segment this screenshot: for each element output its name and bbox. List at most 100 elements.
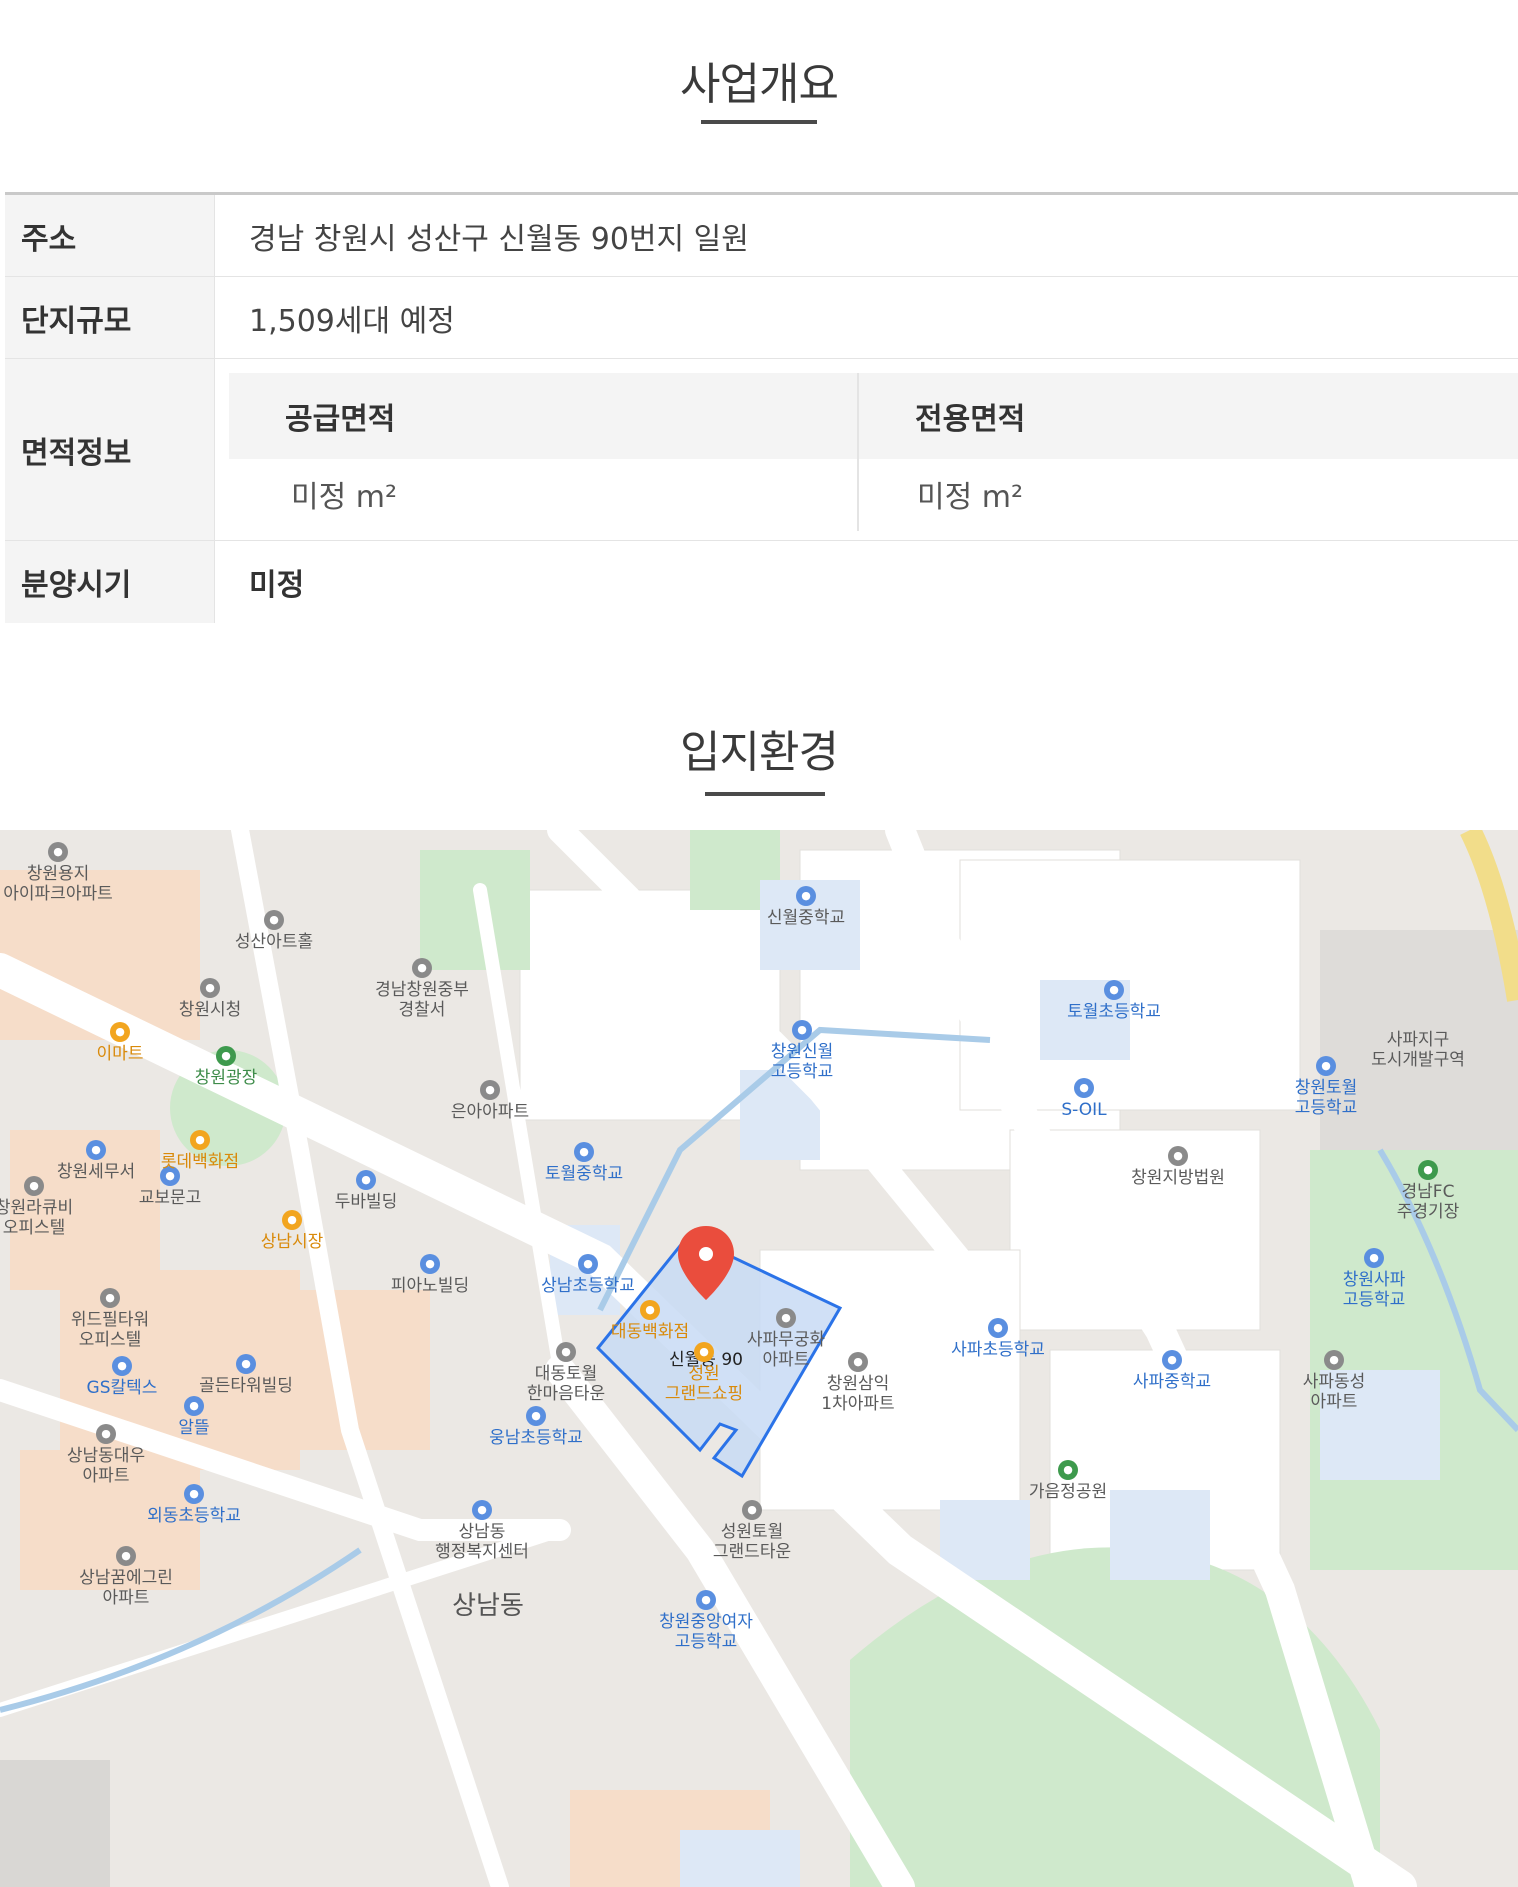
apartment-icon: ● xyxy=(1324,1350,1344,1370)
park-icon: ● xyxy=(1058,1460,1078,1480)
school-icon: ● xyxy=(1364,1248,1384,1268)
scale-label: 단지규모 xyxy=(5,277,215,358)
row-area: 면적정보 공급면적 전용면적 미정 m² 미정 m² xyxy=(5,359,1518,541)
overview-title-underline xyxy=(701,120,817,124)
exclusive-area-label: 전용면적 xyxy=(915,402,1026,437)
cityhall-icon: ● xyxy=(200,978,220,998)
row-scale: 단지규모 1,509세대 예정 xyxy=(5,277,1518,359)
gas-station-icon: ● xyxy=(112,1356,132,1376)
sale-label: 분양시기 xyxy=(5,541,215,623)
map-label: 위드필타워 오피스텔 xyxy=(70,1310,150,1350)
map-label: 신월중학교 xyxy=(766,908,846,928)
map-label: 토월중학교 xyxy=(544,1164,624,1184)
map-label: 상남동 행정복지센터 xyxy=(435,1522,529,1562)
map-label: 골든타워빌딩 xyxy=(199,1376,293,1396)
address-value: 경남 창원시 성산구 신월동 90번지 일원 xyxy=(249,221,749,257)
map-label: 교보문고 xyxy=(138,1188,202,1208)
school-icon: ● xyxy=(792,1020,812,1040)
address-label: 주소 xyxy=(5,195,215,276)
map-label: 창원지방법원 xyxy=(1131,1168,1225,1188)
map-label: 창원삼익 1차아파트 xyxy=(821,1374,895,1414)
supply-area-header: 공급면적 xyxy=(229,373,857,459)
apartment-icon: ● xyxy=(556,1342,576,1362)
map-label: 사파동성 아파트 xyxy=(1302,1372,1366,1412)
map-label: GS칼텍스 xyxy=(86,1378,158,1398)
map-label: 창원사파 고등학교 xyxy=(1342,1270,1406,1310)
overview-title: 사업개요 xyxy=(680,59,839,110)
school-icon: ● xyxy=(1162,1350,1182,1370)
gas-station-icon: ● xyxy=(1074,1078,1094,1098)
apartment-icon: ● xyxy=(742,1500,762,1520)
school-icon: ● xyxy=(578,1254,598,1274)
scale-value: 1,509세대 예정 xyxy=(249,303,455,339)
map-label: 상남초등학교 xyxy=(541,1276,635,1296)
map-label: 가음정공원 xyxy=(1028,1482,1108,1502)
map-label: 알뜰 xyxy=(178,1418,210,1438)
overview-table: 주소 경남 창원시 성산구 신월동 90번지 일원 단지규모 1,509세대 예… xyxy=(5,192,1518,623)
sale-value: 미정 xyxy=(249,568,305,603)
map-label: 토월초등학교 xyxy=(1067,1002,1161,1022)
row-address: 주소 경남 창원시 성산구 신월동 90번지 일원 xyxy=(5,195,1518,277)
exclusive-area-header: 전용면적 xyxy=(859,373,1518,459)
school-icon: ● xyxy=(988,1318,1008,1338)
map-label: 창원중앙여자 고등학교 xyxy=(659,1612,753,1652)
officetel-icon: ● xyxy=(24,1176,44,1196)
area-divider xyxy=(857,373,859,531)
school-icon: ● xyxy=(526,1406,546,1426)
apartment-icon: ● xyxy=(480,1080,500,1100)
map-label: 대동백화점 xyxy=(610,1322,690,1342)
apartment-icon: ● xyxy=(848,1352,868,1372)
map-label: 은아아파트 xyxy=(450,1102,530,1122)
apartment-icon: ● xyxy=(48,842,68,862)
map-label: S-OIL xyxy=(1061,1100,1107,1120)
map-label: 창원라큐비 오피스텔 xyxy=(0,1198,74,1238)
map-label: 창원용지 아이파크아파트 xyxy=(3,864,113,904)
map-label: 창원토월 고등학교 xyxy=(1294,1078,1358,1118)
school-icon: ● xyxy=(796,886,816,906)
map-label: 상남꿈에그린 아파트 xyxy=(79,1568,173,1608)
location-map[interactable]: 신월동 90 상남동 ● ● ● ● ● ● ● ● ● ● ● ● ● ● ●… xyxy=(0,830,1518,1887)
map-label: 이마트 xyxy=(96,1044,144,1064)
map-label: 창원광장 xyxy=(194,1068,258,1088)
row-sale: 분양시기 미정 xyxy=(5,541,1518,623)
gas-station-icon: ● xyxy=(184,1396,204,1416)
department-store-icon: ● xyxy=(640,1300,660,1320)
mart-icon: ● xyxy=(110,1022,130,1042)
building-icon: ● xyxy=(236,1354,256,1374)
court-icon: ● xyxy=(1168,1146,1188,1166)
supply-area-value: 미정 m² xyxy=(291,480,397,515)
map-label: 외동초등학교 xyxy=(147,1506,241,1526)
supply-area-label: 공급면적 xyxy=(285,402,396,437)
map-label: 상남동대우 아파트 xyxy=(66,1446,146,1486)
school-icon: ● xyxy=(1316,1056,1336,1076)
map-label: 창원세무서 xyxy=(56,1162,136,1182)
map-label: 상남시장 xyxy=(260,1232,324,1252)
apartment-icon: ● xyxy=(96,1424,116,1444)
apartment-icon: ● xyxy=(116,1546,136,1566)
map-label: 롯데백화점 xyxy=(160,1152,240,1172)
police-icon: ● xyxy=(412,958,432,978)
map-label: 대동토월 한마음타운 xyxy=(526,1364,606,1404)
map-label: 웅남초등학교 xyxy=(489,1428,583,1448)
art-hall-icon: ● xyxy=(264,910,284,930)
school-icon: ● xyxy=(184,1484,204,1504)
market-icon: ● xyxy=(282,1210,302,1230)
map-label: 두바빌딩 xyxy=(334,1192,398,1212)
shopping-icon: ● xyxy=(694,1342,714,1362)
park-icon: ● xyxy=(216,1046,236,1066)
location-title-underline xyxy=(705,792,825,796)
map-label: 성원토월 그랜드타운 xyxy=(712,1522,792,1562)
area-label: 면적정보 xyxy=(5,359,215,540)
map-label: 사파초등학교 xyxy=(951,1340,1045,1360)
tax-office-icon: ● xyxy=(86,1140,106,1160)
map-label: 사파지구 도시개발구역 xyxy=(1371,1030,1465,1070)
map-label: 사파무궁화 아파트 xyxy=(746,1330,826,1370)
map-label: 성산아트홀 xyxy=(234,932,314,952)
community-center-icon: ● xyxy=(472,1500,492,1520)
school-icon: ● xyxy=(574,1142,594,1162)
district-label: 상남동 xyxy=(452,1591,524,1621)
stadium-icon: ● xyxy=(1418,1160,1438,1180)
building-icon: ● xyxy=(356,1170,376,1190)
map-label: 피아노빌딩 xyxy=(390,1276,470,1296)
officetel-icon: ● xyxy=(100,1288,120,1308)
